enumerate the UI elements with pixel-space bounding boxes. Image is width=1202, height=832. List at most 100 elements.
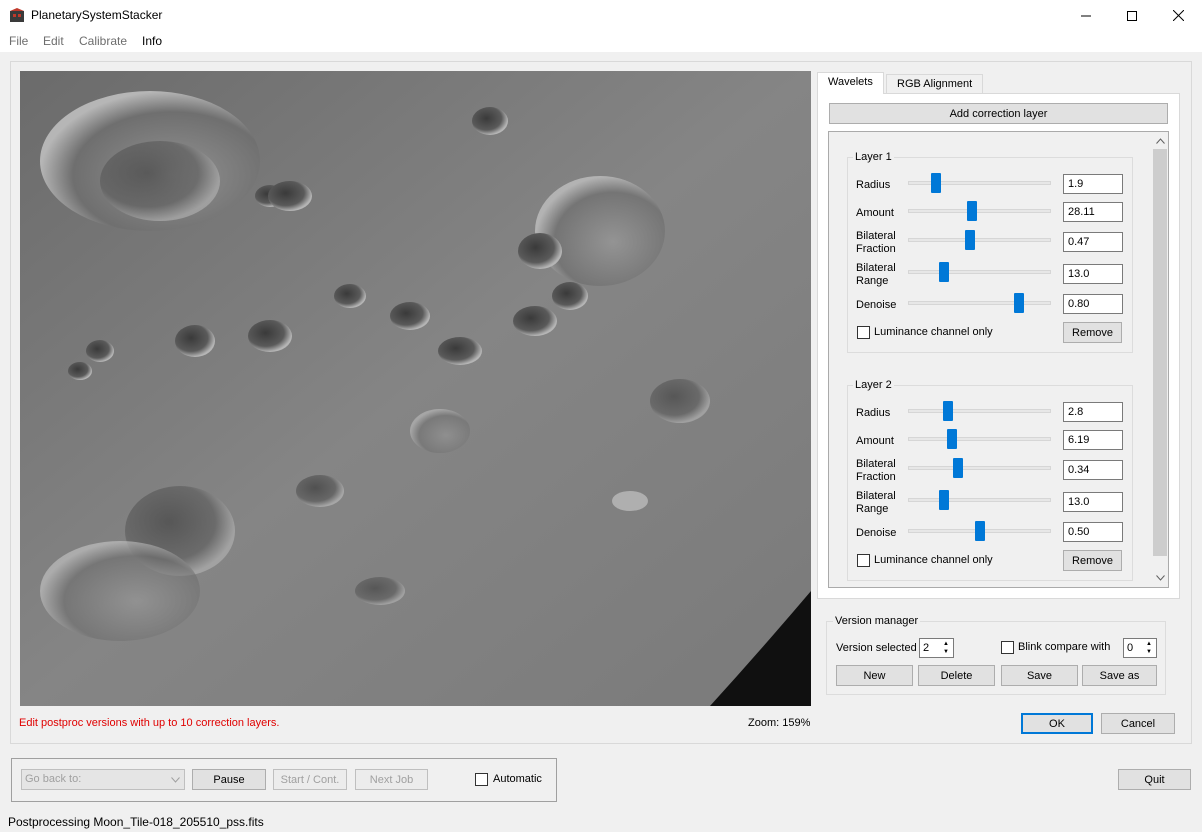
image-viewer[interactable] xyxy=(20,71,811,706)
denoise-slider-thumb[interactable] xyxy=(1014,293,1025,313)
bilateral-range-label-1: Bilateral xyxy=(856,262,896,274)
scrollbar-thumb[interactable] xyxy=(1153,149,1167,556)
ok-button[interactable]: OK xyxy=(1021,713,1093,734)
blink-compare-spinbox[interactable]: 0 ▲ ▼ xyxy=(1123,638,1157,658)
version-manager-title: Version manager xyxy=(833,615,921,627)
amount-slider-thumb[interactable] xyxy=(966,201,977,221)
luminance-checkbox[interactable] xyxy=(857,326,870,339)
go-back-placeholder: Go back to: xyxy=(25,773,82,785)
radius-field[interactable]: 2.8 xyxy=(1063,402,1123,422)
bilateral-fraction-field[interactable]: 0.47 xyxy=(1063,232,1123,252)
denoise-slider-thumb[interactable] xyxy=(974,521,985,541)
chevron-down-icon xyxy=(171,777,180,783)
bilateral-fraction-label-2: Fraction xyxy=(856,471,896,483)
bilateral-range-slider-thumb[interactable] xyxy=(938,262,949,282)
save-as-version-button[interactable]: Save as xyxy=(1082,665,1157,686)
status-bar: Postprocessing Moon_Tile-018_205510_pss.… xyxy=(8,815,264,829)
radius-slider-thumb[interactable] xyxy=(930,173,941,193)
menu-file[interactable]: File xyxy=(9,34,28,48)
spin-arrows-icon[interactable]: ▲ ▼ xyxy=(940,640,952,656)
next-job-button[interactable]: Next Job xyxy=(355,769,428,790)
save-version-button[interactable]: Save xyxy=(1001,665,1078,686)
close-icon xyxy=(1172,10,1184,21)
app-icon xyxy=(9,8,25,23)
denoise-label: Denoise xyxy=(856,299,897,311)
denoise-field[interactable]: 0.50 xyxy=(1063,522,1123,542)
maximize-button[interactable] xyxy=(1109,0,1155,31)
amount-slider-thumb[interactable] xyxy=(946,429,957,449)
moon-image xyxy=(20,71,811,706)
blink-compare-label: Blink compare with xyxy=(1018,641,1111,653)
version-selected-label: Version selected xyxy=(836,642,917,654)
bilateral-range-slider-thumb[interactable] xyxy=(938,490,949,510)
amount-field[interactable]: 6.19 xyxy=(1063,430,1123,450)
tab-wavelets[interactable]: Wavelets xyxy=(817,72,884,94)
layer-2-title: Layer 2 xyxy=(853,379,894,391)
bilateral-fraction-label-2: Fraction xyxy=(856,243,896,255)
bilateral-range-label-2: Range xyxy=(856,275,889,287)
window-title: PlanetarySystemStacker xyxy=(31,8,163,22)
new-version-button[interactable]: New xyxy=(836,665,913,686)
automatic-checkbox[interactable] xyxy=(475,773,488,786)
amount-label: Amount xyxy=(856,207,894,219)
title-bar xyxy=(0,0,1202,31)
bilateral-fraction-slider-thumb[interactable] xyxy=(965,230,976,250)
bilateral-fraction-field[interactable]: 0.34 xyxy=(1063,460,1123,480)
spin-arrows-icon[interactable]: ▲ ▼ xyxy=(1143,640,1155,656)
amount-field[interactable]: 28.11 xyxy=(1063,202,1123,222)
scroll-up-icon[interactable] xyxy=(1153,135,1167,147)
go-back-combo[interactable]: Go back to: xyxy=(21,769,185,790)
bilateral-range-field[interactable]: 13.0 xyxy=(1063,264,1123,284)
radius-slider[interactable] xyxy=(908,181,1051,185)
version-selected-value: 2 xyxy=(923,642,930,654)
bilateral-fraction-slider-thumb[interactable] xyxy=(953,458,964,478)
denoise-field[interactable]: 0.80 xyxy=(1063,294,1123,314)
bilateral-fraction-slider[interactable] xyxy=(908,466,1051,470)
menu-edit[interactable]: Edit xyxy=(43,34,64,48)
layer-1-title: Layer 1 xyxy=(853,151,894,163)
bilateral-range-label-2: Range xyxy=(856,503,889,515)
bilateral-range-slider[interactable] xyxy=(908,498,1051,502)
radius-label: Radius xyxy=(856,179,891,191)
bilateral-fraction-label-1: Bilateral xyxy=(856,230,896,242)
scroll-down-icon[interactable] xyxy=(1153,572,1167,584)
luminance-label: Luminance channel only xyxy=(874,554,993,566)
denoise-label: Denoise xyxy=(856,527,897,539)
pause-button[interactable]: Pause xyxy=(192,769,266,790)
luminance-checkbox[interactable] xyxy=(857,554,870,567)
maximize-icon xyxy=(1127,10,1137,21)
remove-layer-1-button[interactable]: Remove xyxy=(1063,322,1122,343)
bilateral-fraction-label-1: Bilateral xyxy=(856,458,896,470)
amount-label: Amount xyxy=(856,435,894,447)
remove-layer-2-button[interactable]: Remove xyxy=(1063,550,1122,571)
radius-slider-thumb[interactable] xyxy=(942,401,953,421)
denoise-slider[interactable] xyxy=(908,301,1051,305)
menu-info[interactable]: Info xyxy=(142,34,162,48)
minimize-button[interactable] xyxy=(1063,0,1109,31)
radius-slider[interactable] xyxy=(908,409,1051,413)
start-continue-button[interactable]: Start / Cont. xyxy=(273,769,347,790)
automatic-label: Automatic xyxy=(493,773,542,785)
version-selected-spinbox[interactable]: 2 ▲ ▼ xyxy=(919,638,954,658)
radius-field[interactable]: 1.9 xyxy=(1063,174,1123,194)
amount-slider[interactable] xyxy=(908,209,1051,213)
delete-version-button[interactable]: Delete xyxy=(918,665,995,686)
cancel-button[interactable]: Cancel xyxy=(1101,713,1175,734)
amount-slider[interactable] xyxy=(908,437,1051,441)
menu-bar xyxy=(0,31,1202,52)
blink-compare-checkbox[interactable] xyxy=(1001,641,1014,654)
luminance-label: Luminance channel only xyxy=(874,326,993,338)
menu-calibrate[interactable]: Calibrate xyxy=(79,34,127,48)
zoom-label: Zoom: 159% xyxy=(748,717,811,729)
blink-compare-value: 0 xyxy=(1127,642,1134,654)
quit-button[interactable]: Quit xyxy=(1118,769,1191,790)
tab-rgb-alignment[interactable]: RGB Alignment xyxy=(886,74,984,93)
radius-label: Radius xyxy=(856,407,891,419)
bilateral-fraction-slider[interactable] xyxy=(908,238,1051,242)
status-message: Edit postproc versions with up to 10 cor… xyxy=(19,717,280,729)
bilateral-range-slider[interactable] xyxy=(908,270,1051,274)
close-button[interactable] xyxy=(1155,0,1201,31)
bilateral-range-field[interactable]: 13.0 xyxy=(1063,492,1123,512)
add-correction-layer-button[interactable]: Add correction layer xyxy=(829,103,1168,124)
bilateral-range-label-1: Bilateral xyxy=(856,490,896,502)
